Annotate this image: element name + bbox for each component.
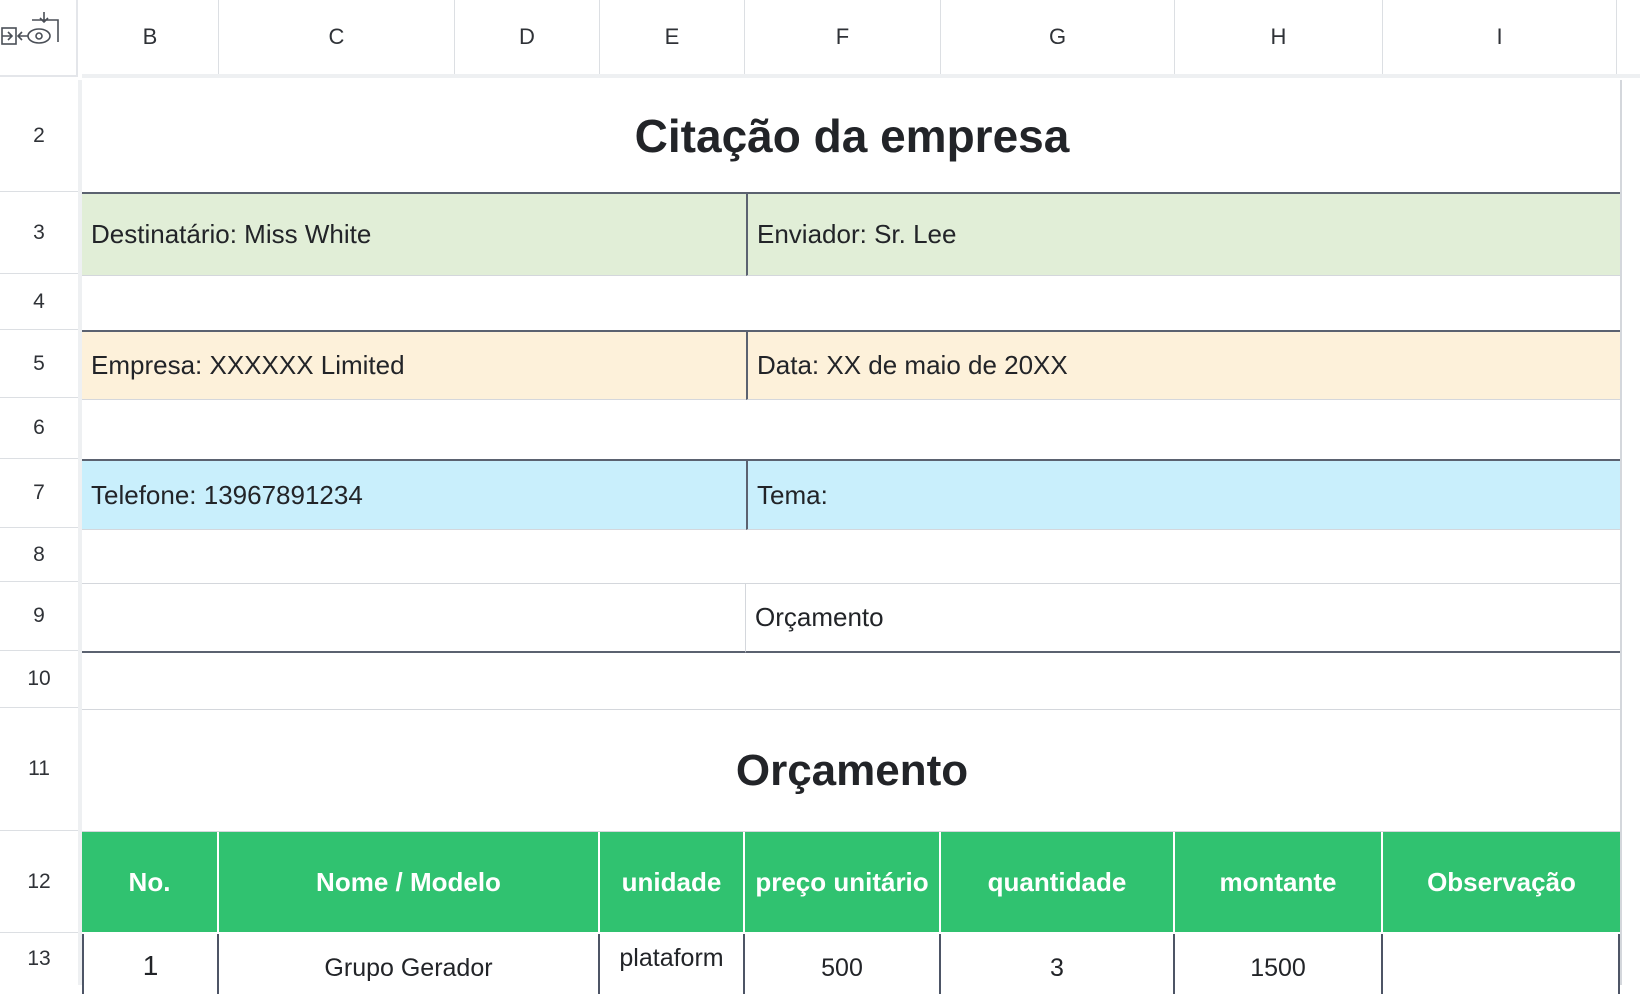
table-cell-quantity[interactable]: 3 [941, 934, 1175, 994]
column-header-d[interactable]: D [455, 0, 600, 74]
blank-row-8[interactable] [82, 530, 1622, 584]
column-header-f[interactable]: F [745, 0, 941, 74]
table-header-unit[interactable]: unidade [600, 832, 745, 932]
budget-label-cell[interactable]: Orçamento [746, 584, 1622, 653]
blank-row-9-left[interactable] [82, 584, 746, 653]
company-cell[interactable]: Empresa: XXXXXX Limited [82, 332, 746, 400]
row-header-2[interactable]: 2 [0, 80, 78, 192]
date-cell[interactable]: Data: XX de maio de 20XX [746, 332, 1622, 400]
table-header-amount[interactable]: montante [1175, 832, 1383, 932]
row-header-6[interactable]: 6 [0, 398, 78, 459]
column-header-b[interactable]: B [82, 0, 219, 74]
column-headers: B C D E F G H I [82, 0, 1640, 78]
cell-grid: Citação da empresa Destinatário: Miss Wh… [82, 80, 1622, 994]
row-header-8[interactable]: 8 [0, 528, 78, 582]
row-header-9[interactable]: 9 [0, 582, 78, 651]
column-header-c[interactable]: C [219, 0, 455, 74]
subject-cell[interactable]: Tema: [746, 461, 1622, 530]
company-quote-title[interactable]: Citação da empresa [82, 80, 1622, 194]
column-header-g[interactable]: G [941, 0, 1175, 74]
column-header-i[interactable]: I [1383, 0, 1617, 74]
table-cell-note[interactable] [1383, 934, 1620, 994]
row-header-11[interactable]: 11 [0, 708, 78, 831]
row-header-5[interactable]: 5 [0, 330, 78, 398]
grid-right-edge [1620, 80, 1622, 985]
table-header-no[interactable]: No. [82, 832, 219, 932]
table-cell-name[interactable]: Grupo Gerador [219, 934, 600, 994]
row-header-13[interactable]: 13 [0, 933, 78, 985]
column-header-h[interactable]: H [1175, 0, 1383, 74]
table-header-quantity[interactable]: quantidade [941, 832, 1175, 932]
row-header-3[interactable]: 3 [0, 192, 78, 274]
blank-row-10[interactable] [82, 653, 1622, 710]
table-cell-amount[interactable]: 1500 [1175, 934, 1383, 994]
table-header-note[interactable]: Observação [1383, 832, 1620, 932]
row-header-7[interactable]: 7 [0, 459, 78, 528]
column-header-e[interactable]: E [600, 0, 745, 74]
spreadsheet: B C D E F G H I 2 3 4 5 6 7 8 9 10 11 12… [0, 0, 1640, 994]
phone-cell[interactable]: Telefone: 13967891234 [82, 461, 746, 530]
column-header-next [1617, 0, 1640, 74]
recipient-cell[interactable]: Destinatário: Miss White [82, 194, 746, 276]
budget-section-title[interactable]: Orçamento [82, 710, 1622, 832]
table-cell-price[interactable]: 500 [745, 934, 941, 994]
row-header-10[interactable]: 10 [0, 651, 78, 708]
table-header-unit-price[interactable]: preço unitário [745, 832, 941, 932]
view-freeze-icon[interactable] [0, 8, 62, 60]
row-headers: 2 3 4 5 6 7 8 9 10 11 12 13 [0, 80, 82, 985]
table-cell-unit[interactable]: plataform [600, 934, 745, 994]
row-header-12[interactable]: 12 [0, 831, 78, 933]
sender-cell[interactable]: Enviador: Sr. Lee [746, 194, 1622, 276]
row-header-4[interactable]: 4 [0, 274, 78, 330]
table-cell-no[interactable]: 1 [82, 934, 219, 994]
select-all-corner[interactable] [0, 0, 78, 77]
table-header-name-model[interactable]: Nome / Modelo [219, 832, 600, 932]
blank-row-4[interactable] [82, 276, 1622, 332]
blank-row-6[interactable] [82, 400, 1622, 461]
